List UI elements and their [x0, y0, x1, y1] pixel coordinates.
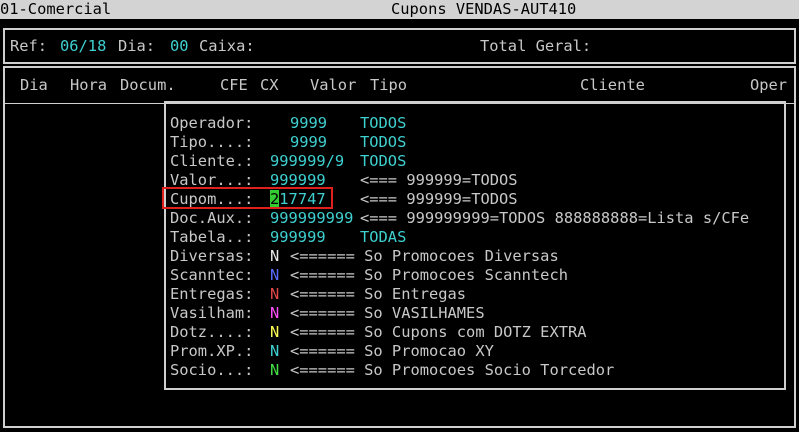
diversas-label: Diversas: — [170, 247, 254, 265]
scanntec-desc: <====== So Promocoes Scanntech — [290, 266, 568, 284]
dia-label: Dia: — [118, 37, 156, 55]
cliente-field[interactable]: 999999/9 — [270, 152, 344, 171]
prom-xp-label: Prom.XP.: — [170, 342, 254, 360]
caixa-label: Caixa: — [199, 37, 255, 55]
company-label: 01-Comercial — [0, 0, 112, 18]
doc-aux-field[interactable]: 999999999 — [270, 209, 353, 228]
operador-label: Operador: — [170, 114, 254, 132]
col-cfe: CFE — [220, 76, 248, 94]
dia-value: 00 — [170, 37, 189, 55]
col-cliente: Cliente — [580, 76, 645, 94]
entregas-flag[interactable]: N — [270, 285, 279, 304]
cupom-desc: <=== 999999=TODOS — [360, 190, 518, 208]
col-hora: Hora — [70, 76, 108, 94]
col-docum: Docum. — [120, 76, 176, 94]
tipo-label: Tipo....: — [170, 133, 254, 151]
col-valor: Valor — [310, 76, 357, 94]
dotz-desc: <====== So Cupons com DOTZ EXTRA — [290, 323, 587, 341]
diversas-flag[interactable]: N — [270, 247, 279, 266]
window-title: Cupons VENDAS-AUT410 — [391, 0, 577, 18]
tabela-label: Tabela..: — [170, 228, 254, 246]
operador-field[interactable]: 9999 — [290, 114, 327, 133]
diversas-desc: <====== So Promocoes Diversas — [290, 247, 559, 265]
cliente-label: Cliente.: — [170, 152, 254, 170]
cupom-highlight-box — [162, 187, 333, 209]
col-cx: CX — [260, 76, 279, 94]
entregas-desc: <====== So Entregas — [290, 285, 467, 303]
doc-aux-desc: <=== 999999999=TODOS 888888888=Lista s/C… — [360, 209, 750, 227]
doc-aux-label: Doc.Aux.: — [170, 209, 254, 227]
ref-value: 06/18 — [60, 37, 107, 55]
socio-flag[interactable]: N — [270, 361, 279, 380]
col-dia: Dia — [20, 76, 48, 94]
col-oper: Oper — [750, 76, 788, 94]
socio-label: Socio...: — [170, 361, 254, 379]
tipo-desc: TODOS — [360, 133, 407, 151]
entregas-label: Entregas: — [170, 285, 254, 303]
socio-desc: <====== So Promocoes Socio Torcedor — [290, 361, 615, 379]
scanntec-flag[interactable]: N — [270, 266, 279, 285]
ref-label: Ref: — [10, 37, 48, 55]
tipo-field[interactable]: 9999 — [290, 133, 327, 152]
vasilham-desc: <====== So VASILHAMES — [290, 304, 485, 322]
vasilham-flag[interactable]: N — [270, 304, 279, 323]
col-tipo: Tipo — [370, 76, 408, 94]
scanntec-label: Scanntec: — [170, 266, 254, 284]
operador-desc: TODOS — [360, 114, 407, 132]
dotz-flag[interactable]: N — [270, 323, 279, 342]
tabela-field[interactable]: 999999 — [270, 228, 326, 247]
prom-xp-desc: <====== So Promocao XY — [290, 342, 494, 360]
valor-desc: <=== 999999=TODOS — [360, 171, 518, 189]
vasilham-label: Vasilham: — [170, 304, 254, 322]
title-bar: 01-Comercial Cupons VENDAS-AUT410 — [0, 0, 799, 19]
tabela-desc: TODAS — [360, 228, 407, 246]
total-geral-label: Total Geral: — [480, 37, 592, 55]
cliente-desc: TODOS — [360, 152, 407, 170]
prom-xp-flag[interactable]: N — [270, 342, 279, 361]
dotz-label: Dotz....: — [170, 323, 254, 341]
